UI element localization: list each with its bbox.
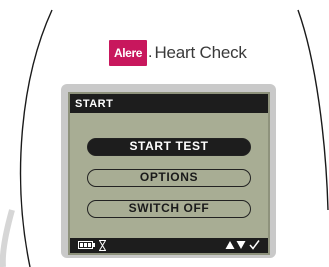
brand-separator: . — [148, 44, 153, 61]
switch-off-button[interactable]: SWITCH OFF — [87, 200, 251, 218]
product-name: Heart Check — [154, 43, 247, 62]
battery-icon — [78, 241, 95, 249]
up-arrow-icon[interactable] — [225, 240, 235, 250]
status-bar — [70, 238, 268, 253]
brand-header: Alere . Heart Check — [109, 39, 247, 67]
down-arrow-icon[interactable] — [236, 240, 246, 250]
check-icon[interactable] — [249, 239, 260, 250]
options-button[interactable]: OPTIONS — [87, 169, 251, 187]
alere-logo: Alere — [109, 40, 147, 66]
screen-title: START — [70, 94, 268, 113]
lcd-screen: START START TEST OPTIONS SWITCH OFF — [68, 92, 270, 255]
start-test-button[interactable]: START TEST — [87, 138, 251, 156]
hourglass-icon — [99, 240, 106, 251]
